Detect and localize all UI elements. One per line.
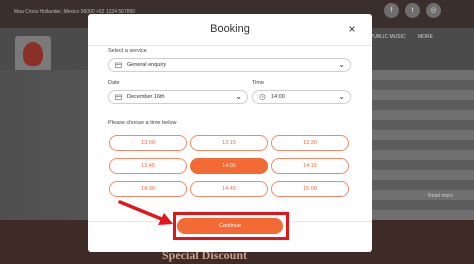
service-select[interactable]: General enquiry ⌄ [108,58,351,72]
date-label: Date [108,80,120,86]
service-value: General enquiry [127,62,167,68]
time-select[interactable]: 14:00 ⌄ [252,90,351,104]
hero-image [372,70,474,220]
clock-icon [259,94,266,100]
time-label: Time [252,80,265,86]
nav-item-music[interactable]: PUBLIC MUSIC [370,34,406,40]
time-slot-selected[interactable]: 14:00 [190,158,268,174]
date-value: December 16th [127,94,165,100]
time-slot[interactable]: 15:00 [271,181,349,197]
continue-button[interactable]: Continue [177,218,283,234]
chevron-down-icon: ⌄ [338,92,345,101]
time-slot[interactable]: 13:00 [109,135,187,151]
time-slot[interactable]: 13:45 [109,158,187,174]
site-logo[interactable] [15,36,51,72]
close-icon[interactable]: × [346,23,358,35]
time-slot[interactable]: 13:30 [271,135,349,151]
annotation-arrow-icon [118,200,173,225]
calendar-icon [115,94,122,100]
time-slot[interactable]: 14:45 [190,181,268,197]
modal-title: Booking [210,23,250,35]
service-label: Select a service [108,48,147,54]
date-select[interactable]: December 16th ⌄ [108,90,248,104]
time-value: 14:00 [271,94,285,100]
nav-item-more[interactable]: MORE [418,34,433,40]
side-text: Read more [428,193,453,199]
calendar-icon [115,62,122,68]
instagram-icon[interactable]: ◎ [426,3,441,18]
time-slot[interactable]: 13:15 [190,135,268,151]
chevron-down-icon: ⌄ [338,60,345,69]
header-divider [88,45,372,46]
time-slot[interactable]: 14:15 [271,158,349,174]
slots-label: Please choose a time below [108,120,177,126]
twitter-icon[interactable]: t [405,3,420,18]
facebook-icon[interactable]: f [384,3,399,18]
chevron-down-icon: ⌄ [235,92,242,101]
